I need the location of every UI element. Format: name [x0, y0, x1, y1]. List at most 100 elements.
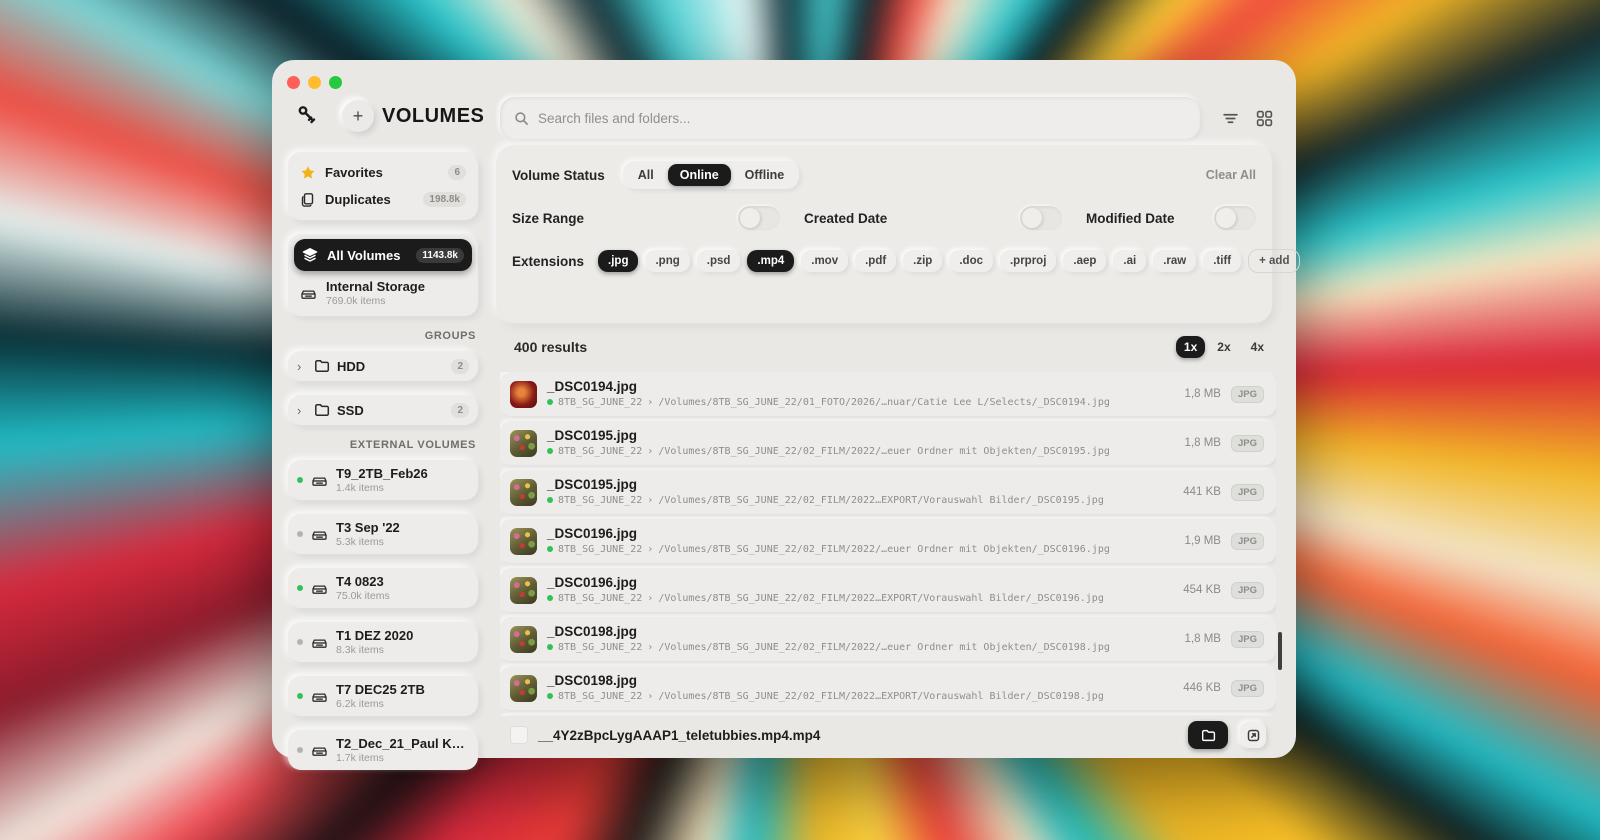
- file-thumbnail: [510, 381, 537, 408]
- size-range-toggle[interactable]: [738, 206, 780, 230]
- search-bar[interactable]: [500, 97, 1200, 139]
- sidebar-external-volume[interactable]: T4 0823 75.0k items: [288, 568, 478, 608]
- sidebar-external-volume[interactable]: T2_Dec_21_Paul Ko... 1.7k items: [288, 730, 478, 770]
- file-path: 8TB_SG_JUNE_22 › /Volumes/8TB_SG_JUNE_22…: [547, 495, 1173, 506]
- list-scrollbar[interactable]: [1278, 632, 1282, 670]
- extension-chip[interactable]: .pdf: [855, 250, 896, 272]
- sidebar-item-internal-storage[interactable]: Internal Storage 769.0k items: [297, 277, 469, 309]
- volume-name: Internal Storage: [326, 279, 466, 294]
- volume-name: 8TB_SG_JUNE_22: [558, 397, 642, 408]
- zoom-window-button[interactable]: [329, 76, 342, 89]
- volume-status-option[interactable]: Offline: [733, 164, 797, 186]
- extension-chip[interactable]: .prproj: [1000, 250, 1056, 272]
- extension-chip[interactable]: .jpg: [598, 250, 638, 272]
- minimize-window-button[interactable]: [308, 76, 321, 89]
- count-badge: 2: [451, 403, 469, 418]
- sidebar-external-volume[interactable]: T9_2TB_Feb26 1.4k items: [288, 460, 478, 500]
- path-separator: ›: [647, 495, 653, 506]
- count-badge: 1143.8k: [416, 248, 464, 263]
- file-name: _DSC0196.jpg: [547, 527, 1175, 542]
- file-size: 446 KB: [1183, 682, 1221, 694]
- sidebar-item-favorites[interactable]: Favorites 6: [297, 159, 469, 186]
- path-separator: ›: [647, 593, 653, 604]
- file-thumbnail: [510, 479, 537, 506]
- volume-status-dot: [547, 546, 553, 552]
- reveal-in-folder-button[interactable]: [1188, 721, 1228, 749]
- file-size: 1,8 MB: [1185, 633, 1221, 645]
- grid-view-button[interactable]: [1252, 106, 1276, 130]
- open-external-button[interactable]: [1240, 722, 1266, 748]
- zoom-level-button[interactable]: 2x: [1209, 336, 1238, 358]
- volume-name: T4 0823: [336, 574, 469, 589]
- chevron-right-icon[interactable]: ›: [297, 403, 307, 418]
- extension-chip[interactable]: .png: [645, 250, 689, 272]
- extension-chip[interactable]: .raw: [1153, 250, 1196, 272]
- clear-all-button[interactable]: Clear All: [1206, 168, 1256, 182]
- file-row[interactable]: _DSC0198.jpg 8TB_SG_JUNE_22 › /Volumes/8…: [500, 666, 1276, 710]
- sidebar-external-volume[interactable]: T7 DEC25 2TB 6.2k items: [288, 676, 478, 716]
- extension-chip[interactable]: .mov: [801, 250, 848, 272]
- toggle-knob: [1022, 208, 1042, 228]
- chevron-right-icon[interactable]: ›: [297, 359, 307, 374]
- file-row[interactable]: _DSC0198.jpg 8TB_SG_JUNE_22 › /Volumes/8…: [500, 617, 1276, 661]
- extension-chip[interactable]: .mp4: [747, 250, 794, 272]
- file-row[interactable]: _DSC0194.jpg 8TB_SG_JUNE_22 › /Volumes/8…: [500, 372, 1276, 416]
- volume-status-option[interactable]: Online: [668, 164, 731, 186]
- filter-sort-button[interactable]: [1218, 106, 1242, 130]
- volume-name: 8TB_SG_JUNE_22: [558, 642, 642, 653]
- sidebar-item-duplicates[interactable]: Duplicates 198.8k: [297, 186, 469, 213]
- toggle-knob: [740, 208, 760, 228]
- sidebar-item-label: Favorites: [325, 165, 439, 180]
- volume-item-count: 8.3k items: [336, 644, 469, 656]
- file-type-badge: JPG: [1231, 680, 1264, 697]
- results-list[interactable]: _DSC0194.jpg 8TB_SG_JUNE_22 › /Volumes/8…: [500, 372, 1276, 724]
- search-input[interactable]: [538, 111, 1186, 126]
- path-separator: ›: [647, 397, 653, 408]
- add-extension-chip[interactable]: + add: [1248, 249, 1300, 273]
- extensions-label: Extensions: [512, 254, 584, 269]
- volume-status-segmented-control: All Online Offline: [623, 161, 799, 189]
- file-path: 8TB_SG_JUNE_22 › /Volumes/8TB_SG_JUNE_22…: [547, 446, 1175, 457]
- add-volume-button[interactable]: +: [342, 100, 374, 132]
- sidebar-external-volume[interactable]: T3 Sep '22 5.3k items: [288, 514, 478, 554]
- drive-icon: [311, 580, 328, 597]
- sidebar-group-item[interactable]: › HDD 2: [288, 351, 478, 381]
- sidebar-item-label: Duplicates: [325, 192, 414, 207]
- path-text: /Volumes/8TB_SG_JUNE_22/02_FILM/2022…EXP…: [658, 495, 1104, 506]
- file-row[interactable]: _DSC0195.jpg 8TB_SG_JUNE_22 › /Volumes/8…: [500, 470, 1276, 514]
- file-row[interactable]: _DSC0196.jpg 8TB_SG_JUNE_22 › /Volumes/8…: [500, 568, 1276, 612]
- extension-chip[interactable]: .aep: [1063, 250, 1106, 272]
- sidebar-item-all-volumes[interactable]: All Volumes 1143.8k: [294, 239, 472, 271]
- file-type-badge: JPG: [1231, 386, 1264, 403]
- extension-chip[interactable]: .psd: [697, 250, 741, 272]
- external-link-icon: [1247, 729, 1260, 742]
- close-window-button[interactable]: [287, 76, 300, 89]
- volume-name: T1 DEZ 2020: [336, 628, 469, 643]
- group-label: HDD: [337, 359, 444, 374]
- zoom-level-button[interactable]: 1x: [1176, 336, 1205, 358]
- sidebar-external-volume[interactable]: T1 DEZ 2020 8.3k items: [288, 622, 478, 662]
- count-badge: 6: [448, 165, 466, 180]
- drive-icon: [300, 285, 317, 302]
- extension-chip[interactable]: .tiff: [1203, 250, 1241, 272]
- volume-status-dot: [547, 693, 553, 699]
- created-date-toggle[interactable]: [1020, 206, 1062, 230]
- size-range-label: Size Range: [512, 211, 584, 226]
- volume-status-dot: [297, 531, 303, 537]
- extension-chip[interactable]: .ai: [1113, 250, 1146, 272]
- volume-status-option[interactable]: All: [626, 164, 666, 186]
- folder-icon: [314, 402, 330, 418]
- file-row[interactable]: _DSC0195.jpg 8TB_SG_JUNE_22 › /Volumes/8…: [500, 421, 1276, 465]
- file-size: 454 KB: [1183, 584, 1221, 596]
- zoom-level-button[interactable]: 4x: [1243, 336, 1272, 358]
- file-row[interactable]: _DSC0196.jpg 8TB_SG_JUNE_22 › /Volumes/8…: [500, 519, 1276, 563]
- extension-chip[interactable]: .zip: [903, 250, 942, 272]
- modified-date-group: Modified Date: [1086, 206, 1256, 230]
- folder-icon: [314, 358, 330, 374]
- sidebar-group-item[interactable]: › SSD 2: [288, 395, 478, 425]
- extension-chip[interactable]: .doc: [949, 250, 993, 272]
- volume-status-row: Volume Status All Online Offline Clear A…: [512, 158, 1256, 192]
- desktop-background: + VOLUMES Volume Status: [0, 0, 1600, 840]
- file-type-badge: JPG: [1231, 533, 1264, 550]
- modified-date-toggle[interactable]: [1214, 206, 1256, 230]
